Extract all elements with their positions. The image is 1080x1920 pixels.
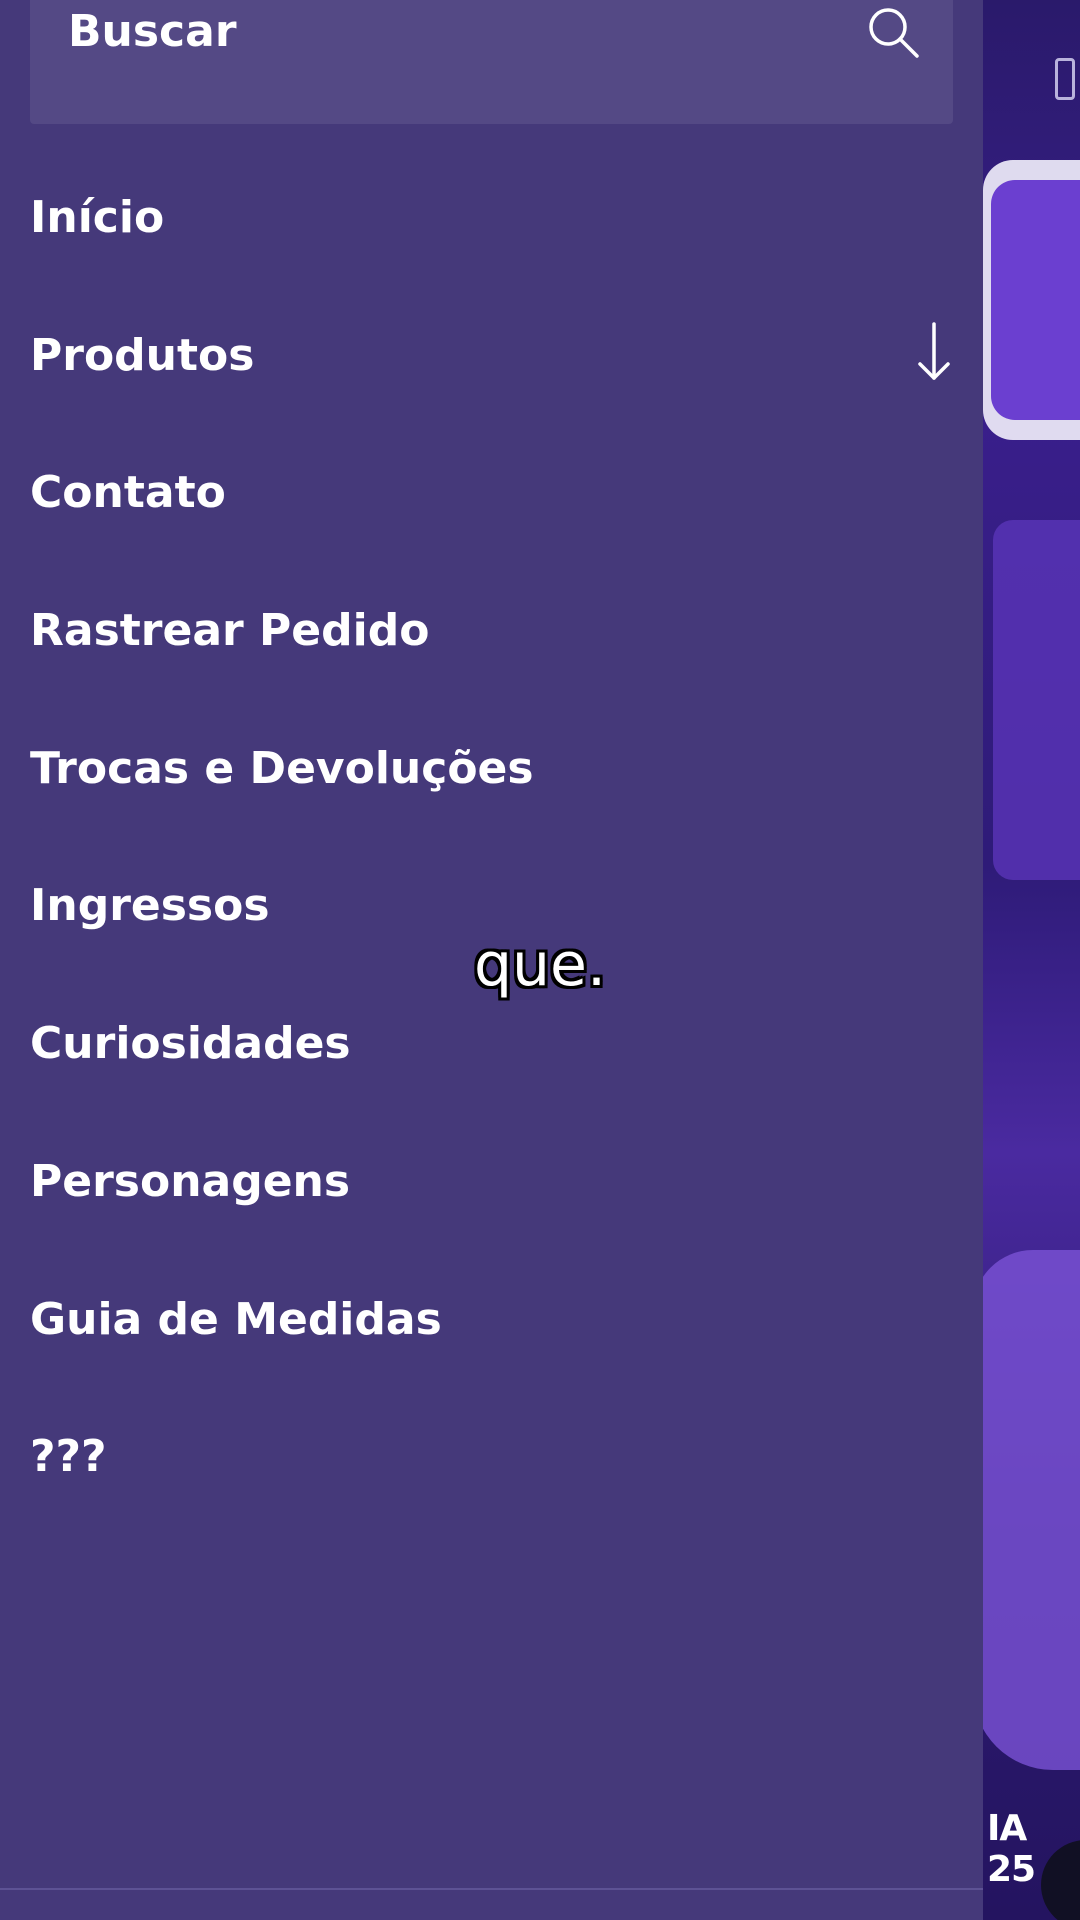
menu-item-guia-de-medidas[interactable]: Guia de Medidas <box>30 1290 960 1428</box>
cart-icon <box>1055 58 1075 100</box>
divider <box>0 1888 983 1890</box>
menu-item-label: ??? <box>30 1431 107 1483</box>
menu-item-personagens[interactable]: Personagens <box>30 1152 960 1290</box>
menu-item-produtos[interactable]: Produtos <box>30 321 960 464</box>
character-illustration <box>983 1250 1080 1770</box>
menu-item-mystery[interactable]: ??? <box>30 1427 960 1565</box>
menu-item-label: Trocas e Devoluções <box>30 742 534 794</box>
menu-item-label: Guia de Medidas <box>30 1293 442 1345</box>
search-icon[interactable] <box>863 2 923 62</box>
menu-item-label: Ingressos <box>30 880 270 932</box>
menu-item-label: Personagens <box>30 1155 351 1207</box>
menu-item-label: Produtos <box>30 329 255 381</box>
menu-item-trocas-devolucoes[interactable]: Trocas e Devoluções <box>30 739 960 877</box>
menu-item-inicio[interactable]: Início <box>30 188 960 326</box>
menu-item-label: Início <box>30 192 165 243</box>
arrow-down-icon[interactable] <box>914 320 954 384</box>
banner-graphic-inner <box>991 180 1080 420</box>
app-root: IA 25 Buscar Início Produtos Contato Ras… <box>0 0 1080 1920</box>
menu-item-label: Curiosidades <box>30 1018 351 1070</box>
menu-list: Início Produtos Contato Rastrear Pedido … <box>30 188 960 1565</box>
menu-item-label: Contato <box>30 467 226 519</box>
menu-item-rastrear-pedido[interactable]: Rastrear Pedido <box>30 601 960 739</box>
search-bar[interactable]: Buscar <box>30 0 953 124</box>
menu-item-label: Rastrear Pedido <box>30 605 430 657</box>
menu-item-curiosidades[interactable]: Curiosidades <box>30 1014 960 1152</box>
menu-item-contato[interactable]: Contato <box>30 463 960 601</box>
product-image <box>993 520 1080 880</box>
search-label: Buscar <box>68 6 237 57</box>
video-subtitle: que. <box>473 930 607 1000</box>
